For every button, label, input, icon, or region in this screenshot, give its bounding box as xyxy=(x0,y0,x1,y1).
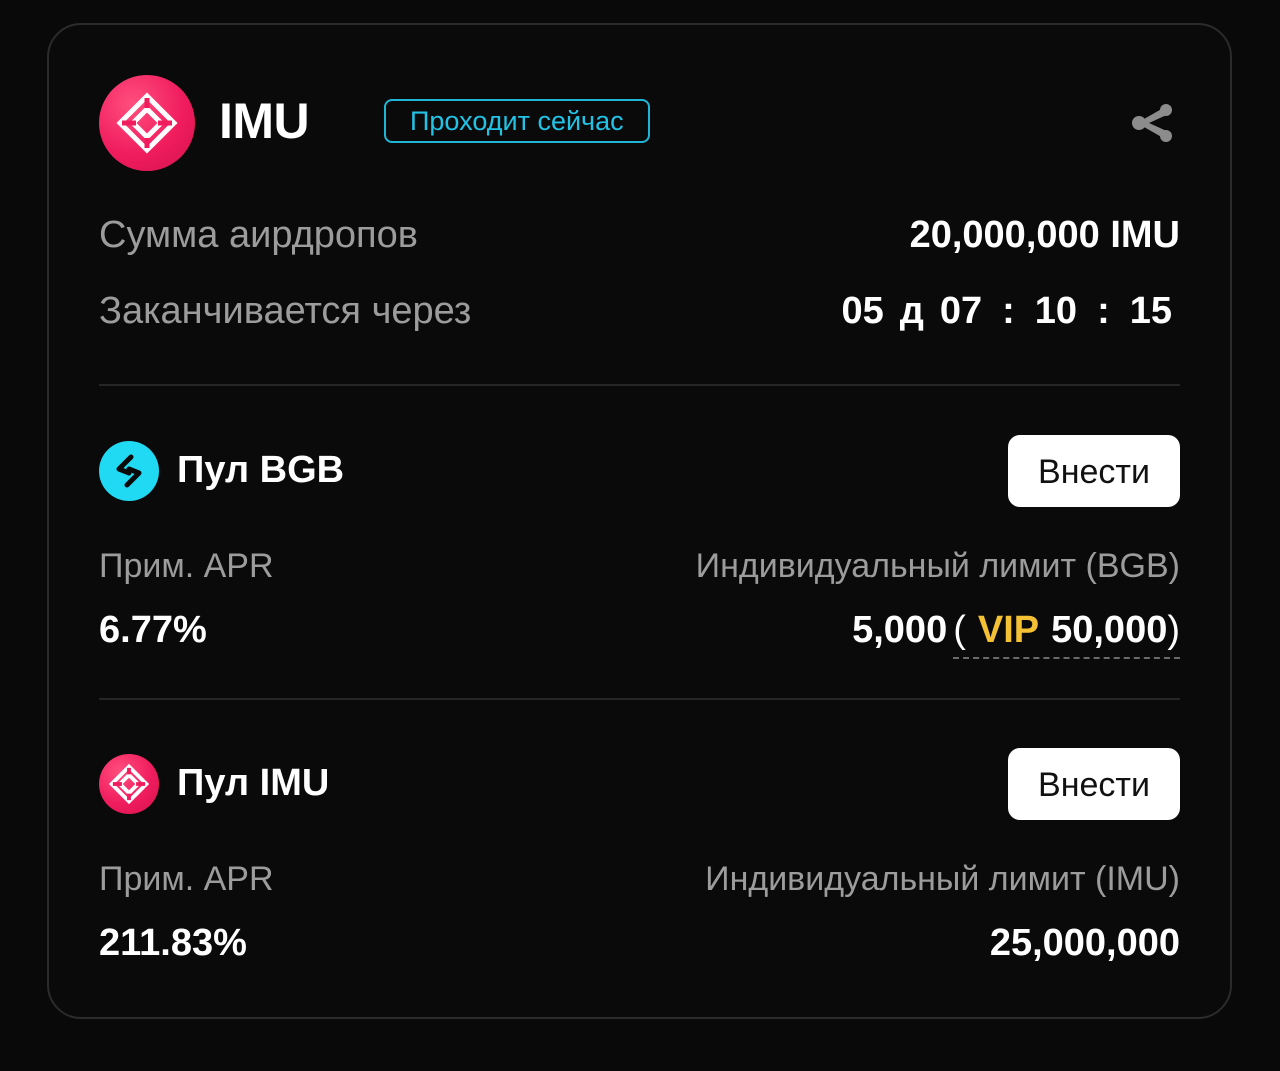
pool-bgb: Пул BGB Внести Прим. APR Индивидуальный … xyxy=(99,435,1180,675)
apr-value: 6.77% xyxy=(99,609,207,651)
countdown-separator: : xyxy=(1097,290,1110,332)
limit-value: 25,000,000 xyxy=(989,922,1180,964)
countdown-minutes: 10 xyxy=(1034,290,1078,332)
countdown-hours: 07 xyxy=(939,290,983,332)
vip-limit-value: 50,000 xyxy=(1051,609,1168,651)
pool-imu: Пул IMU Внести Прим. APR Индивидуальный … xyxy=(99,748,1180,988)
vip-limit-tooltip-trigger[interactable]: ( VIP 50,000) xyxy=(953,605,1180,659)
pool-title: Пул IMU xyxy=(177,762,330,804)
pool-title: Пул BGB xyxy=(177,449,345,491)
ends-in-row: Заканчивается через 05 д 07 : 10 : 15 xyxy=(99,286,1180,336)
deposit-button[interactable]: Внести xyxy=(1008,748,1180,820)
countdown-days: 05 xyxy=(841,290,884,332)
limit-value: 5,000 xyxy=(852,609,948,651)
apr-label: Прим. APR xyxy=(99,860,274,898)
airdrop-total-label: Сумма аирдропов xyxy=(99,214,418,256)
ends-in-label: Заканчивается через xyxy=(99,290,472,332)
imu-logo-icon xyxy=(99,754,159,814)
limit-label: Индивидуальный лимит (IMU) xyxy=(705,860,1180,898)
bgb-logo-icon xyxy=(99,441,159,501)
countdown-timer: 05 д 07 : 10 : 15 xyxy=(841,286,1172,336)
limit-value-group: 5,000 ( VIP 50,000) xyxy=(852,605,1180,659)
countdown-days-unit: д xyxy=(899,290,924,332)
limit-label: Индивидуальный лимит (BGB) xyxy=(695,547,1180,585)
deposit-button[interactable]: Внести xyxy=(1008,435,1180,507)
status-badge: Проходит сейчас xyxy=(384,99,650,143)
apr-label: Прим. APR xyxy=(99,547,274,585)
vip-open-paren: ( xyxy=(953,609,966,651)
airdrop-card: IMU Проходит сейчас Сумма аирдропов 20,0… xyxy=(47,23,1232,1019)
airdrop-total-row: Сумма аирдропов 20,000,000 IMU xyxy=(99,210,1180,260)
vip-label: VIP xyxy=(977,609,1040,651)
divider xyxy=(99,698,1180,700)
imu-logo-icon xyxy=(99,75,195,171)
divider xyxy=(99,384,1180,386)
countdown-seconds: 15 xyxy=(1129,290,1172,332)
apr-value: 211.83% xyxy=(99,922,247,964)
token-name: IMU xyxy=(219,93,310,149)
share-button[interactable] xyxy=(1130,101,1174,145)
airdrop-total-value: 20,000,000 IMU xyxy=(909,214,1180,256)
vip-close-paren: ) xyxy=(1167,609,1180,651)
countdown-separator: : xyxy=(1002,290,1015,332)
share-icon xyxy=(1132,104,1172,142)
card-header: IMU Проходит сейчас xyxy=(99,75,1180,171)
